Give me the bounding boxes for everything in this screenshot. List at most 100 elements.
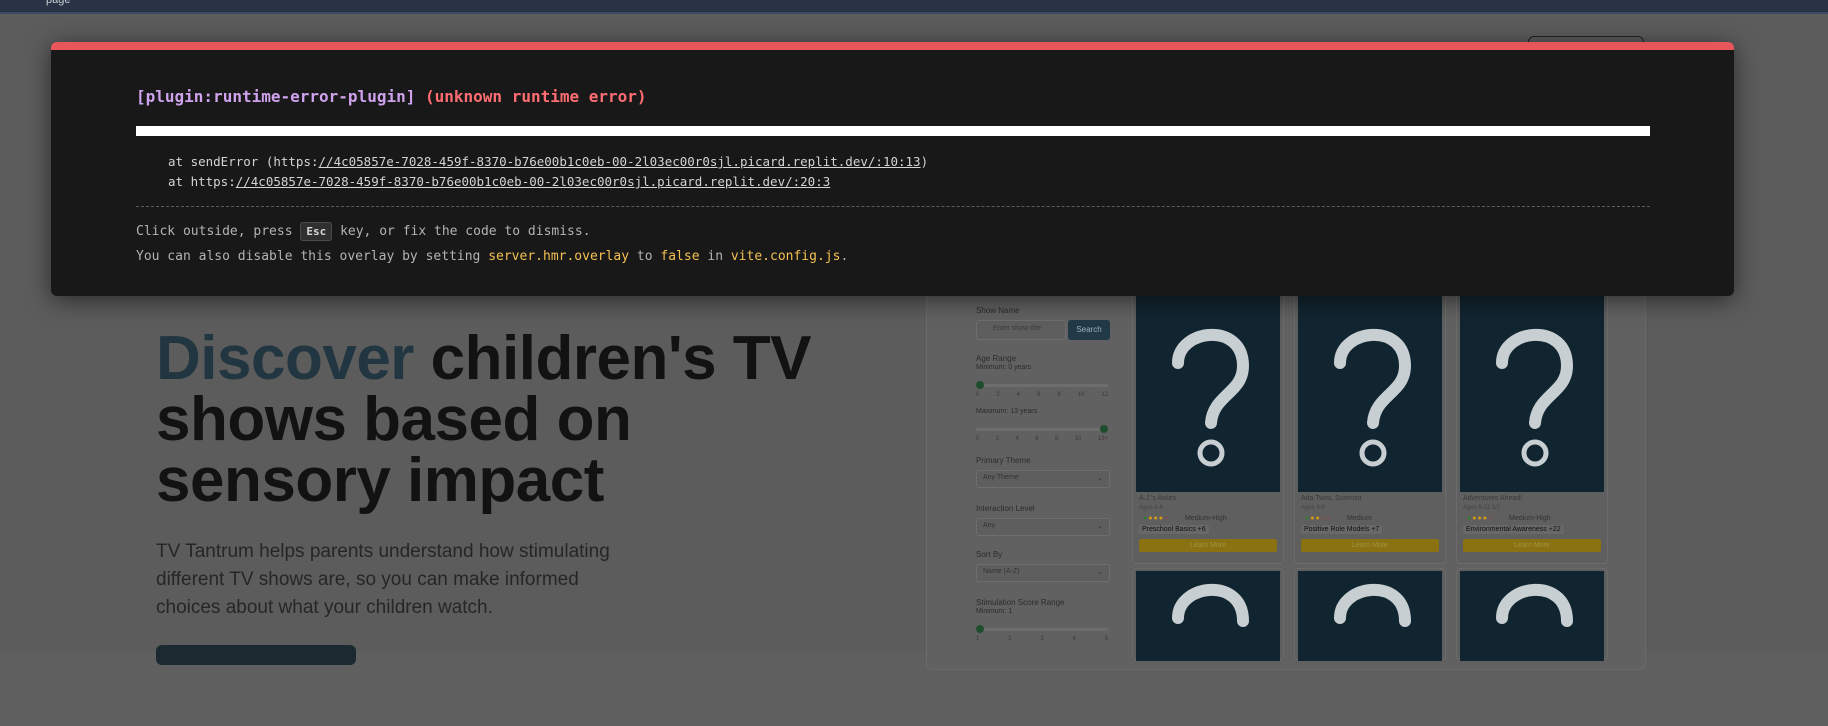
error-code-frame [136, 126, 1650, 136]
show-name: A.J.'s Aisles [1139, 495, 1177, 502]
learn-more-button[interactable]: Learn More [1463, 539, 1601, 552]
placeholder-image [1298, 571, 1442, 661]
top-nav-text: page [46, 0, 71, 6]
question-mark-icon [1334, 583, 1411, 627]
question-mark-icon [1334, 328, 1412, 466]
tick: 2 [996, 392, 1000, 398]
tick: 8 [1054, 436, 1059, 442]
placeholder-image [1136, 289, 1280, 492]
error-plugin-name: [plugin:runtime-error-plugin] [136, 87, 416, 106]
chevron-down-icon: ⌄ [1097, 523, 1103, 530]
hero-title-accent: Discover [156, 324, 414, 393]
theme-tag-label: Preschool Basics [1142, 526, 1196, 533]
theme-tag-label: Positive Role Models [1304, 526, 1370, 533]
sort-by-select[interactable]: Name (A-Z) ⌄ [976, 564, 1110, 582]
tip-line-2: You can also disable this overlay by set… [136, 244, 848, 269]
esc-key: Esc [300, 222, 333, 241]
tick: 10 [1074, 436, 1082, 442]
stimulation-range-label: Stimulation Score Range [976, 598, 1065, 607]
show-card[interactable] [1294, 568, 1446, 661]
placeholder-image [1460, 571, 1604, 661]
primary-theme-select[interactable]: Any Theme ⌄ [976, 470, 1110, 488]
tick: 0 [976, 392, 980, 398]
error-message: (unknown runtime error) [425, 87, 647, 106]
show-card[interactable]: A.J.'s Aisles Ages 4-6 ●●●●○ Medium-High… [1132, 286, 1284, 564]
age-max-slider[interactable] [976, 425, 1108, 433]
theme-tag: Environmental Awareness +22 [1463, 525, 1564, 534]
tick: 13+ [1097, 436, 1108, 442]
stimulation-level: Medium-High [1509, 515, 1551, 522]
config-value: false [660, 249, 700, 264]
theme-tag-extra: +6 [1197, 526, 1206, 533]
age-range-label: Age Range [976, 354, 1017, 363]
theme-tag: Preschool Basics +6 [1139, 525, 1209, 534]
primary-theme-value: Any Theme [983, 474, 1019, 481]
tick: 6 [1035, 436, 1039, 442]
theme-tag-extra: +22 [1548, 526, 1561, 533]
top-nav-bar: page [0, 0, 1828, 14]
stack-line-2-prefix: at https: [168, 174, 236, 189]
tip-text: . [840, 249, 849, 264]
stack-line-1-link[interactable]: //4c05857e-7028-459f-8370-b76e00b1c0eb-0… [319, 154, 921, 169]
config-key: server.hmr.overlay [488, 249, 630, 264]
stimulation-slider-handle[interactable] [976, 625, 984, 633]
age-minimum-label: Minimum: 0 years [976, 364, 1032, 371]
hero-cta-button[interactable] [156, 645, 356, 665]
learn-more-button[interactable]: Learn More [1301, 539, 1439, 552]
tick: 12 [1101, 392, 1108, 398]
show-cards-grid: A.J.'s Aisles Ages 4-6 ●●●●○ Medium-High… [1132, 286, 1612, 666]
tick: 4 [1015, 436, 1019, 442]
placeholder-image [1298, 289, 1442, 492]
tip-text: in [699, 249, 731, 264]
error-title: [plugin:runtime-error-plugin] (unknown r… [136, 87, 647, 106]
stimulation-ticks: 1 2 3 4 5 [976, 636, 1108, 642]
theme-tag: Positive Role Models +7 [1301, 525, 1383, 534]
tick: 6 [1036, 392, 1041, 398]
primary-theme-label: Primary Theme [976, 456, 1031, 465]
placeholder-image [1460, 289, 1604, 492]
tick: 2 [995, 436, 1000, 442]
age-max-ticks: 0 2 4 6 8 10 13+ [976, 436, 1108, 442]
tick: 1 [976, 636, 980, 642]
stimulation-minimum-label: Minimum: 1 [976, 608, 1013, 615]
placeholder-image [1136, 571, 1280, 661]
stack-line-1-prefix: at sendError (https: [168, 154, 319, 169]
tick: 5 [1104, 636, 1108, 642]
search-button[interactable]: Search [1068, 320, 1110, 340]
tip-line-1: Click outside, press Esc key, or fix the… [136, 219, 848, 244]
tick: 10 [1077, 392, 1085, 398]
learn-more-button[interactable]: Learn More [1139, 539, 1277, 552]
show-ages: Ages 6-11 1/2 [1463, 505, 1500, 511]
show-card[interactable]: Ada Twist, Scientist Ages 4-8 ●●●○○ Medi… [1294, 286, 1446, 564]
stimulation-min-slider[interactable] [976, 625, 1108, 633]
tick: 8 [1057, 392, 1061, 398]
show-card[interactable]: Adventures Ahead! Ages 6-11 1/2 ●●●●○ Me… [1456, 286, 1608, 564]
chevron-down-icon: ⌄ [1097, 475, 1103, 482]
search-placeholder: Enter show title [993, 325, 1041, 332]
sort-by-label: Sort By [976, 550, 1003, 559]
age-maximum-label: Maximum: 13 years [976, 408, 1038, 415]
question-mark-icon [1172, 328, 1250, 466]
stimulation-dots: ●●●○○ [1305, 515, 1332, 522]
show-name: Adventures Ahead! [1463, 495, 1523, 502]
show-card[interactable] [1132, 568, 1284, 661]
age-min-slider[interactable] [976, 381, 1108, 389]
question-mark-icon [1172, 583, 1249, 627]
interaction-level-value: Any [983, 522, 996, 529]
interaction-level-label: Interaction Level [976, 504, 1035, 513]
age-min-ticks: 0 2 4 6 8 10 12 [976, 392, 1108, 398]
show-ages: Ages 4-8 [1301, 505, 1326, 511]
age-min-slider-handle[interactable] [976, 381, 984, 389]
show-name-search-input[interactable]: Enter show title [976, 320, 1066, 340]
stimulation-dots: ●●●●○ [1467, 515, 1494, 522]
stack-line-2-link[interactable]: //4c05857e-7028-459f-8370-b76e00b1c0eb-0… [236, 174, 831, 189]
show-card[interactable] [1456, 568, 1608, 661]
chevron-down-icon: ⌄ [1097, 569, 1103, 576]
tip-text: You can also disable this overlay by set… [136, 249, 489, 264]
show-name: Ada Twist, Scientist [1301, 495, 1362, 502]
show-ages: Ages 4-6 [1139, 505, 1164, 511]
runtime-error-overlay[interactable]: [plugin:runtime-error-plugin] (unknown r… [51, 42, 1734, 296]
interaction-level-select[interactable]: Any ⌄ [976, 518, 1110, 536]
age-max-slider-handle[interactable] [1100, 425, 1108, 433]
stimulation-dots: ●●●●○ [1143, 515, 1170, 522]
